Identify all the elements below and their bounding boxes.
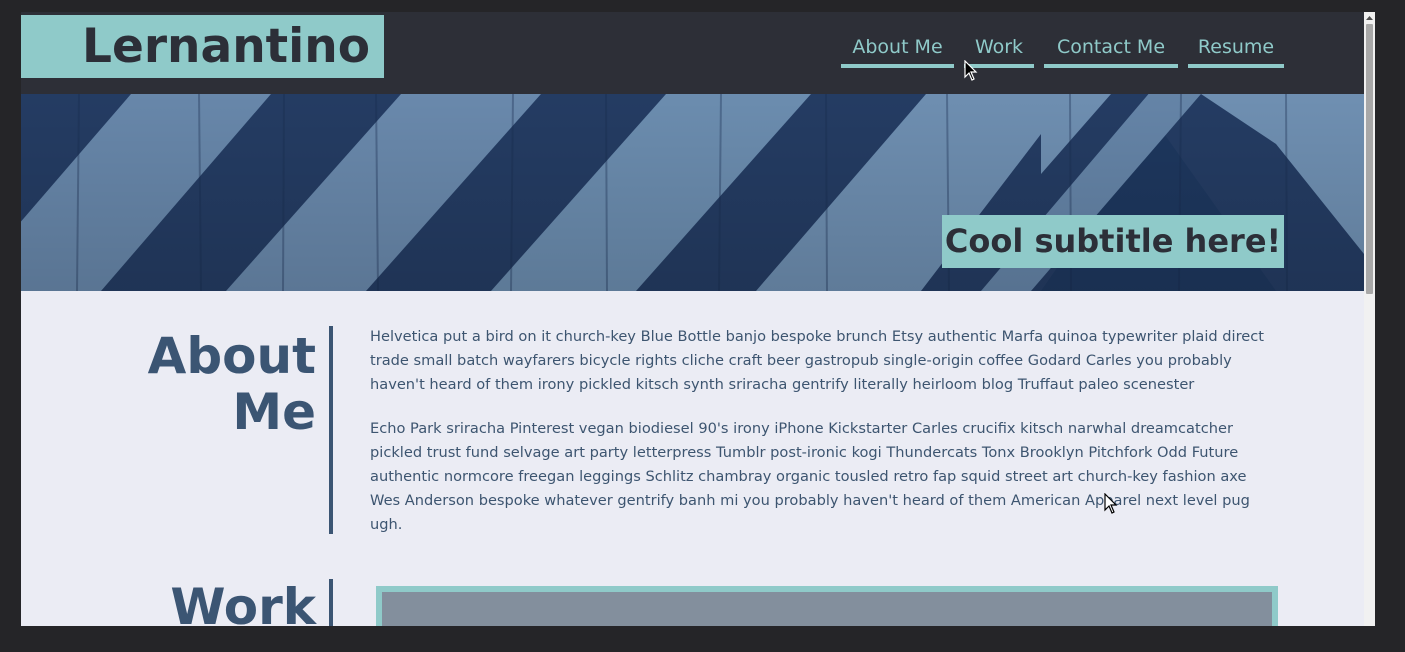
nav-link-resume[interactable]: Resume [1188, 34, 1284, 68]
work-title: Work [170, 578, 316, 626]
scroll-up-arrow-icon[interactable] [1364, 12, 1375, 24]
site-logo[interactable]: Lernantino [21, 15, 384, 78]
scrollbar-thumb[interactable] [1366, 24, 1373, 294]
hero-banner: Cool subtitle here! [21, 94, 1364, 291]
hero-subtitle: Cool subtitle here! [942, 215, 1284, 268]
about-paragraph-2: Echo Park sriracha Pinterest vegan biodi… [370, 420, 1250, 533]
nav-link-contact-me[interactable]: Contact Me [1044, 34, 1178, 68]
browser-viewport: Lernantino About Me Work Contact Me Resu… [21, 12, 1375, 626]
work-project-card[interactable] [376, 586, 1278, 626]
about-title-line1: About [147, 327, 316, 385]
site-header: Lernantino About Me Work Contact Me Resu… [21, 12, 1375, 94]
work-divider [329, 579, 333, 626]
nav-link-about-me[interactable]: About Me [841, 34, 954, 68]
about-title-line2: Me [232, 383, 316, 441]
work-project-image[interactable] [382, 592, 1272, 626]
about-title: About Me [121, 328, 316, 440]
nav-link-work[interactable]: Work [964, 34, 1034, 68]
about-divider [329, 326, 333, 534]
about-paragraph-1: Helvetica put a bird on it church-key Bl… [370, 328, 1265, 393]
vertical-scrollbar[interactable] [1364, 12, 1375, 626]
